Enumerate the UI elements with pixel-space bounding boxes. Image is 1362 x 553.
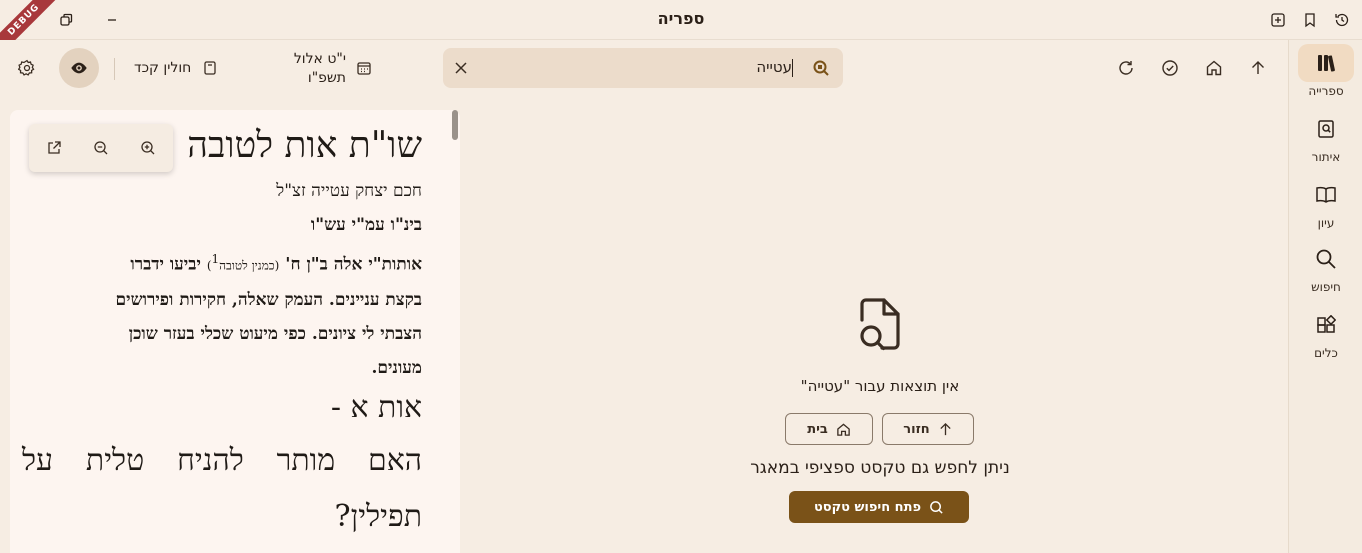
intro-line: בקצת עניינים. העמק שאלה, חקירות ופירושים	[115, 289, 422, 310]
bookmark-icon	[1305, 13, 1315, 28]
author-line: חכם יצחק עטייה זצ"ל	[276, 181, 422, 201]
book-text: שו"ת אות לטובה חכם יצחק עטייה זצ"ל בינ"ו…	[22, 118, 422, 543]
intro-line: מעונים.	[371, 357, 422, 378]
minimize-icon	[108, 19, 116, 21]
back-button[interactable]: חזור	[882, 413, 974, 445]
add-square-icon	[1271, 13, 1285, 27]
library-icon	[1298, 44, 1354, 82]
bookmarks-button[interactable]	[1298, 8, 1322, 32]
new-tab-button[interactable]	[1266, 8, 1290, 32]
search-hint: ניתן לחפש גם טקסט ספציפי במאגר	[750, 458, 1010, 478]
current-book-label[interactable]: חולין קכד	[134, 60, 191, 76]
open-text-search-button[interactable]: פתח חיפוש טקסט	[789, 491, 969, 523]
arrow-up-icon	[1252, 61, 1264, 74]
restore-icon	[60, 13, 73, 26]
history-button[interactable]	[1330, 8, 1354, 32]
toolbar: חולין קכד י"ט אלול תשפ"ו עטייה	[0, 40, 1288, 98]
zoom-out-button[interactable]	[85, 132, 117, 164]
window-title: ספריה	[657, 9, 705, 28]
home-icon	[1206, 60, 1222, 76]
hebrew-date: י"ט אלול תשפ"ו	[293, 51, 346, 86]
eye-icon	[71, 62, 87, 74]
zoom-in-icon	[141, 141, 155, 155]
file-search-icon	[860, 298, 900, 351]
refresh-icon	[1119, 61, 1133, 75]
nav-item-study[interactable]: עיון	[1289, 176, 1362, 238]
nav-item-find[interactable]: איתור	[1289, 110, 1362, 172]
intro-line: אותות"י אלה ב"ן ח' (כמנין לטובה1) יביעו …	[130, 252, 422, 275]
nav-item-library[interactable]: ספרייה	[1289, 44, 1362, 106]
search-icon	[1298, 240, 1354, 278]
navigation-rail: ספרייה איתור עיון חיפוש כלים	[1288, 40, 1362, 553]
open-book-icon	[1298, 176, 1354, 214]
reader-zoom-toolbar	[29, 124, 173, 172]
view-mode-button[interactable]	[59, 48, 99, 88]
section-heading: אות א -	[330, 389, 422, 425]
book-search-icon	[813, 60, 829, 76]
tools-icon	[1298, 306, 1354, 344]
history-icon	[1335, 13, 1349, 27]
dedication-line: בינ"ו עמ"י עש"ו	[310, 215, 422, 235]
settings-button[interactable]	[11, 52, 43, 84]
toolbar-divider	[114, 58, 115, 80]
search-submit-button[interactable]	[805, 52, 837, 84]
nav-item-tools[interactable]: כלים	[1289, 306, 1362, 368]
reader-scrollbar[interactable]	[452, 110, 458, 140]
go-up-button[interactable]	[1242, 52, 1274, 84]
calendar-icon	[357, 62, 371, 75]
refresh-button[interactable]	[1110, 52, 1142, 84]
open-external-button[interactable]	[38, 132, 70, 164]
clear-search-button[interactable]	[445, 52, 477, 84]
search-input[interactable]: עטייה	[756, 58, 793, 77]
search-icon	[930, 500, 943, 514]
open-external-icon	[48, 141, 61, 154]
gear-icon	[18, 59, 35, 76]
restore-window-button[interactable]	[54, 8, 78, 32]
calendar-button[interactable]	[348, 52, 380, 84]
home-button[interactable]	[1198, 52, 1230, 84]
nav-item-search[interactable]: חיפוש	[1289, 240, 1362, 302]
title-bar: DEBUG ספריה	[0, 0, 1362, 59]
book-info-button[interactable]	[194, 52, 226, 84]
minimize-window-button[interactable]	[100, 8, 124, 32]
check-circle-icon	[1162, 60, 1178, 76]
no-results-message: אין תוצאות עבור "עטייה"	[800, 377, 960, 395]
home-icon	[837, 422, 850, 436]
book-icon	[204, 61, 216, 75]
book-reader-panel: שו"ת אות לטובה חכם יצחק עטייה זצ"ל בינ"ו…	[10, 110, 460, 553]
home-button-secondary[interactable]: בית	[785, 413, 873, 445]
zoom-out-icon	[94, 141, 108, 155]
arrow-up-icon	[940, 422, 951, 435]
zoom-in-button[interactable]	[132, 132, 164, 164]
find-book-icon	[1298, 110, 1354, 148]
search-bar: עטייה	[443, 48, 843, 88]
question-line: האם מותר להניח טלית על	[22, 442, 422, 478]
close-icon	[455, 62, 467, 74]
question-line: תפילין?	[334, 498, 422, 534]
intro-line: הצבתי לי ציונים. כפי מיעוט שכלי בעזר שוכ…	[128, 323, 422, 344]
mark-done-button[interactable]	[1154, 52, 1186, 84]
